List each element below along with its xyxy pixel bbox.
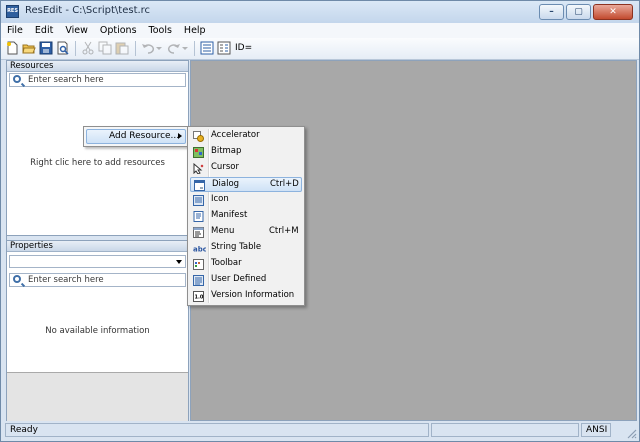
properties-empty-text: No available information: [45, 326, 150, 336]
version-info-icon: 1.0: [193, 291, 204, 302]
resource-id-label: ID=: [235, 43, 253, 53]
toolbar-separator: [135, 41, 136, 56]
open-folder-icon[interactable]: [22, 41, 36, 55]
submenu-item-label: Menu: [211, 226, 235, 236]
close-icon: ✕: [609, 7, 617, 17]
search-icon: [13, 275, 21, 283]
encoding-indicator: ANSI: [581, 423, 611, 437]
user-defined-icon: [193, 275, 204, 286]
properties-search-placeholder: Enter search here: [28, 275, 104, 285]
submenu-arrow-icon: [178, 133, 182, 139]
toolbar-icon: [193, 259, 204, 270]
menu-help[interactable]: Help: [178, 25, 212, 36]
string-table-icon: abc: [193, 246, 206, 254]
submenu-item-label: Version Information: [211, 290, 295, 300]
cut-icon[interactable]: [81, 41, 95, 55]
submenu-item-toolbar[interactable]: Toolbar: [190, 257, 302, 272]
menu-icon: [193, 227, 204, 238]
submenu-item-accelerator[interactable]: Accelerator: [190, 129, 302, 144]
add-resource-menu-item[interactable]: Add Resource...: [86, 129, 186, 144]
new-file-icon[interactable]: [5, 41, 19, 55]
submenu-item-label: Bitmap: [211, 146, 242, 156]
submenu-item-shortcut: Ctrl+M: [269, 226, 299, 236]
menu-options[interactable]: Options: [94, 25, 143, 36]
resources-search-input[interactable]: Enter search here: [9, 73, 186, 87]
submenu-item-menu[interactable]: Menu Ctrl+M: [190, 225, 302, 240]
add-resource-submenu: Accelerator Bitmap Cursor Dialog Ctrl+D …: [187, 126, 305, 306]
search-icon: [13, 75, 21, 83]
app-icon[interactable]: RES: [6, 5, 19, 18]
undo-icon[interactable]: [141, 41, 155, 55]
status-bar: Ready ANSI: [1, 421, 639, 441]
menu-bar: File Edit View Options Tools Help: [1, 23, 639, 38]
toolbar: ID=: [1, 38, 639, 60]
submenu-item-dialog[interactable]: Dialog Ctrl+D: [190, 177, 302, 192]
save-icon[interactable]: [39, 41, 53, 55]
left-panel: Resources Enter search here Right clic h…: [6, 60, 189, 421]
properties-search-input[interactable]: Enter search here: [9, 273, 186, 287]
redo-icon[interactable]: [167, 41, 181, 55]
paste-icon[interactable]: [115, 41, 129, 55]
dialog-icon: [194, 180, 205, 191]
properties-object-combo[interactable]: [9, 255, 186, 268]
redo-dropdown-icon[interactable]: [181, 41, 189, 55]
status-text: Ready: [5, 423, 429, 437]
version-info-icon-text: 1.0: [195, 295, 204, 301]
resources-view-icon[interactable]: [200, 41, 214, 55]
menu-file[interactable]: File: [1, 25, 29, 36]
submenu-item-label: Manifest: [211, 210, 248, 220]
submenu-item-label: Accelerator: [211, 130, 260, 140]
resources-search-placeholder: Enter search here: [28, 75, 104, 85]
submenu-item-user-defined[interactable]: User Defined: [190, 273, 302, 288]
minimize-icon: –: [549, 7, 554, 17]
window-title: ResEdit - C:\Script\test.rc: [25, 5, 151, 16]
status-cell-empty: [431, 423, 579, 437]
chevron-down-icon: [176, 260, 182, 264]
properties-pane-header: Properties: [7, 241, 188, 252]
submenu-item-manifest[interactable]: Manifest: [190, 209, 302, 224]
string-table-icon-text: abc: [193, 246, 206, 254]
submenu-item-label: Dialog: [212, 179, 240, 189]
accelerator-icon: [193, 131, 204, 142]
add-resource-label: Add Resource...: [109, 131, 180, 141]
properties-description-area: [7, 372, 188, 421]
cursor-icon: [193, 163, 204, 174]
copy-icon[interactable]: [98, 41, 112, 55]
menu-edit[interactable]: Edit: [29, 25, 59, 36]
minimize-button[interactable]: –: [539, 4, 564, 20]
submenu-item-version-information[interactable]: 1.0 Version Information: [190, 289, 302, 304]
resources-empty-hint: Right clic here to add resources: [30, 158, 165, 168]
submenu-item-label: Cursor: [211, 162, 239, 172]
icon-resource-icon: [193, 195, 204, 206]
submenu-item-label: Toolbar: [211, 258, 242, 268]
resize-grip-icon[interactable]: [625, 427, 637, 439]
toolbar-separator: [75, 41, 76, 56]
bitmap-icon: [193, 147, 204, 158]
submenu-item-icon[interactable]: Icon: [190, 193, 302, 208]
properties-view-icon[interactable]: [217, 41, 231, 55]
resources-pane-header: Resources: [7, 61, 188, 72]
resources-context-menu: Add Resource...: [83, 126, 189, 147]
submenu-item-cursor[interactable]: Cursor: [190, 161, 302, 176]
main-window: RES ResEdit - C:\Script\test.rc – ▢ ✕ Fi…: [0, 0, 640, 442]
submenu-item-label: String Table: [211, 242, 262, 252]
menu-tools[interactable]: Tools: [143, 25, 178, 36]
print-preview-icon[interactable]: [56, 41, 70, 55]
menu-view[interactable]: View: [59, 25, 94, 36]
submenu-item-string-table[interactable]: abc String Table: [190, 241, 302, 256]
maximize-button[interactable]: ▢: [566, 4, 591, 20]
submenu-item-shortcut: Ctrl+D: [270, 179, 299, 189]
submenu-item-bitmap[interactable]: Bitmap: [190, 145, 302, 160]
undo-dropdown-icon[interactable]: [155, 41, 163, 55]
close-button[interactable]: ✕: [593, 4, 633, 20]
submenu-item-label: User Defined: [211, 274, 267, 284]
caption-buttons: – ▢ ✕: [539, 4, 633, 20]
toolbar-separator: [194, 41, 195, 56]
manifest-icon: [193, 211, 204, 222]
title-bar[interactable]: RES ResEdit - C:\Script\test.rc – ▢ ✕: [1, 1, 639, 24]
submenu-item-label: Icon: [211, 194, 229, 204]
maximize-icon: ▢: [574, 7, 583, 17]
